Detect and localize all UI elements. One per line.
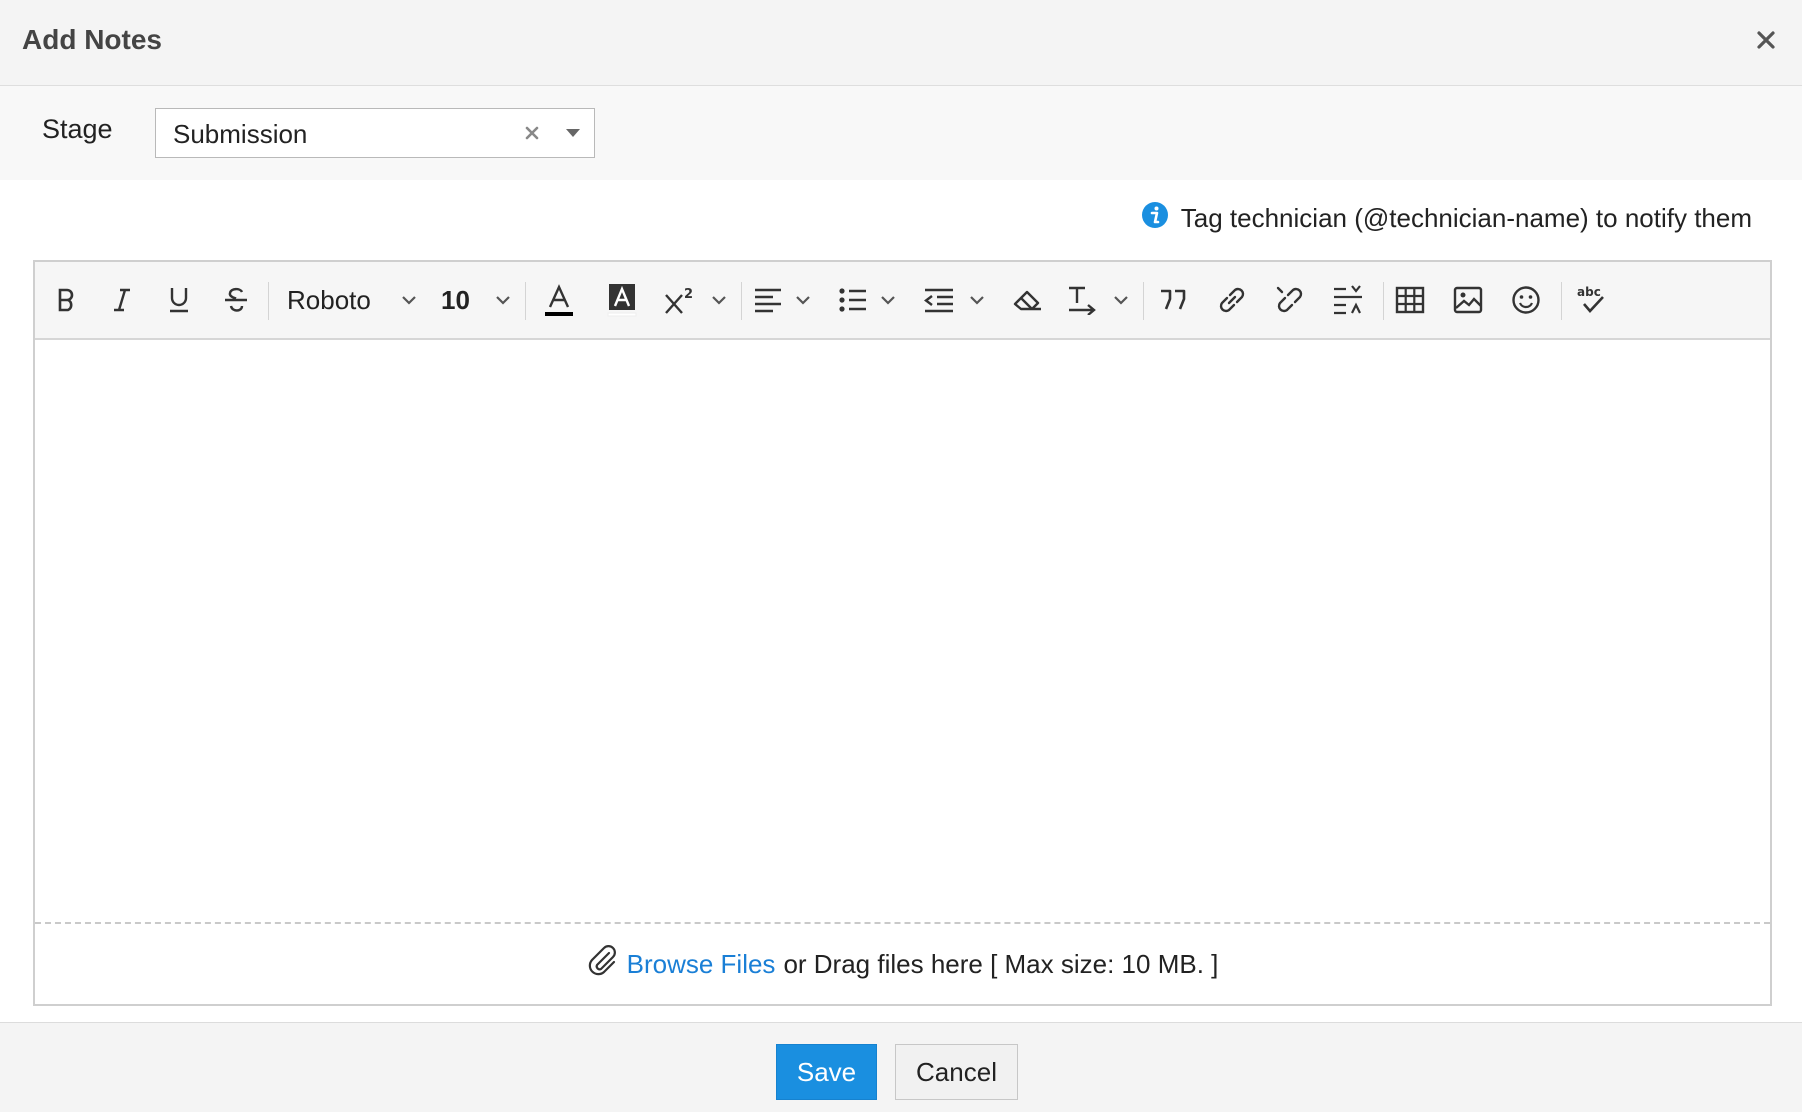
editor-toolbar: Roboto 10 2 abc xyxy=(35,262,1770,340)
text-color-icon[interactable] xyxy=(539,279,579,321)
toolbar-separator xyxy=(1383,282,1384,320)
svg-text:2: 2 xyxy=(684,287,693,302)
toolbar-separator xyxy=(525,282,526,320)
font-size-value: 10 xyxy=(441,284,470,315)
line-height-icon[interactable] xyxy=(1327,279,1369,321)
chevron-down-icon xyxy=(796,296,810,305)
tag-info-text: Tag technician (@technician-name) to not… xyxy=(1180,202,1752,233)
toolbar-separator xyxy=(1143,282,1144,320)
rich-text-editor: Roboto 10 2 abc Browse Files or Drag fil… xyxy=(33,260,1772,1006)
chevron-down-icon xyxy=(970,296,984,305)
image-icon[interactable] xyxy=(1447,279,1489,321)
font-family-dropdown[interactable]: Roboto xyxy=(287,279,417,321)
stage-row: Stage Submission xyxy=(0,86,1802,180)
stage-label: Stage xyxy=(42,114,113,144)
quote-icon[interactable] xyxy=(1153,279,1195,321)
info-icon xyxy=(1141,201,1169,236)
font-size-dropdown[interactable]: 10 xyxy=(441,279,511,321)
save-button[interactable]: Save xyxy=(776,1044,877,1100)
font-family-value: Roboto xyxy=(287,284,371,315)
stage-selected-value: Submission xyxy=(173,119,308,149)
attachment-dropzone[interactable]: Browse Files or Drag files here [ Max si… xyxy=(35,922,1770,1004)
eraser-icon[interactable] xyxy=(1007,279,1047,321)
underline-icon[interactable] xyxy=(162,279,196,321)
emoji-icon[interactable] xyxy=(1505,279,1547,321)
strikethrough-icon[interactable] xyxy=(219,279,253,321)
clear-icon[interactable] xyxy=(521,109,543,157)
text-direction-icon[interactable] xyxy=(1065,279,1129,321)
caret-down-icon[interactable] xyxy=(561,109,585,157)
bold-icon[interactable] xyxy=(49,279,83,321)
dialog-title: Add Notes xyxy=(22,24,162,55)
attach-instructions: or Drag files here [ Max size: 10 MB. ] xyxy=(783,948,1219,979)
indent-icon[interactable] xyxy=(923,279,985,321)
chevron-down-icon xyxy=(496,296,510,305)
bullet-list-icon[interactable] xyxy=(838,279,896,321)
chevron-down-icon xyxy=(1114,296,1128,305)
align-left-icon[interactable] xyxy=(753,279,811,321)
toolbar-separator xyxy=(1561,282,1562,320)
dialog-footer: Save Cancel xyxy=(0,1022,1802,1112)
close-icon[interactable] xyxy=(1748,22,1784,58)
unlink-icon[interactable] xyxy=(1269,279,1311,321)
dialog-header: Add Notes xyxy=(0,0,1802,86)
add-notes-dialog: Add Notes Stage Submission Tag technicia… xyxy=(0,0,1802,1112)
table-icon[interactable] xyxy=(1389,279,1431,321)
browse-files-link[interactable]: Browse Files xyxy=(627,949,776,980)
chevron-down-icon xyxy=(712,296,726,305)
stage-select[interactable]: Submission xyxy=(155,108,595,158)
chevron-down-icon xyxy=(402,296,416,305)
chevron-down-icon xyxy=(881,296,895,305)
tag-info: Tag technician (@technician-name) to not… xyxy=(1141,200,1752,236)
spellcheck-icon[interactable]: abc xyxy=(1572,279,1612,321)
editor-content[interactable] xyxy=(35,340,1770,930)
toolbar-separator xyxy=(268,282,269,320)
highlight-color-icon[interactable] xyxy=(602,279,642,321)
cancel-button[interactable]: Cancel xyxy=(895,1044,1018,1100)
svg-text:abc: abc xyxy=(1577,285,1601,299)
link-icon[interactable] xyxy=(1211,279,1253,321)
superscript-icon[interactable]: 2 xyxy=(663,279,727,321)
italic-icon[interactable] xyxy=(105,279,139,321)
toolbar-separator xyxy=(741,282,742,320)
paperclip-icon xyxy=(587,944,619,984)
